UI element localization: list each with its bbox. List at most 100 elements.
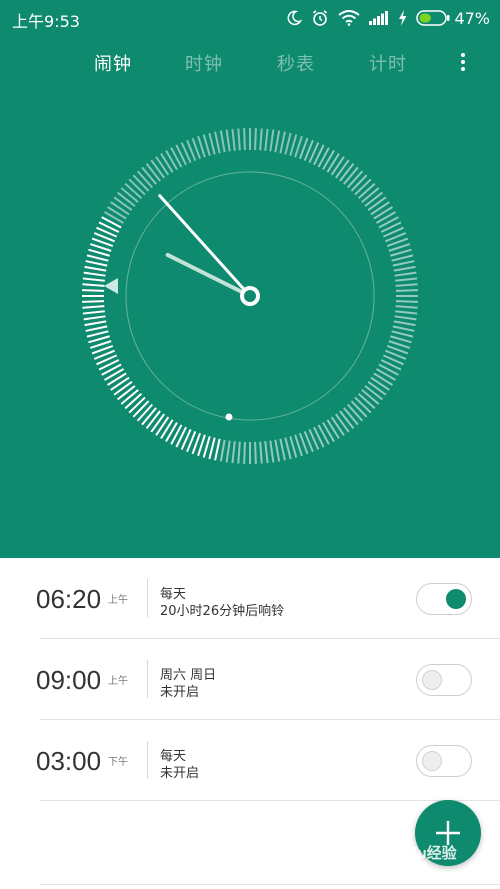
clock-tick — [373, 372, 394, 386]
clock-tick — [113, 196, 133, 211]
clock-tick — [116, 191, 136, 207]
clock-tick — [124, 182, 143, 200]
signal-icon — [369, 11, 389, 25]
clock-tick — [395, 283, 418, 287]
alarm-status: 20小时26分钟后响铃 — [160, 604, 285, 619]
analog-clock — [82, 128, 418, 464]
clock-tick — [128, 396, 146, 414]
clock-tick — [202, 134, 211, 156]
clock-tick — [132, 174, 150, 192]
alarm-status: 未开启 — [160, 766, 200, 781]
clock-tick — [343, 407, 359, 426]
tab-clock[interactable]: 时钟 — [185, 50, 223, 76]
clock-tick — [165, 150, 178, 171]
clock-tick — [395, 277, 418, 282]
clock-tick — [335, 159, 350, 179]
clock-tick — [113, 381, 133, 396]
toggle-knob — [422, 670, 442, 690]
clock-tick — [214, 438, 221, 461]
clock-tick — [394, 315, 417, 321]
clock-tick — [82, 289, 105, 292]
alarm-toggle[interactable] — [416, 745, 472, 777]
clock-tick — [390, 335, 412, 344]
clock-tick — [160, 152, 174, 173]
more-menu-icon[interactable] — [456, 50, 470, 78]
clock-tick — [110, 376, 130, 391]
clock-tick — [339, 162, 355, 182]
clock-tick — [364, 385, 384, 401]
clock-tick — [284, 132, 292, 155]
clock-tick — [391, 254, 414, 262]
tab-alarm[interactable]: 闹钟 — [94, 50, 132, 76]
clock-tick — [264, 128, 269, 151]
clock-tick — [88, 248, 110, 257]
clock-tick — [259, 441, 263, 464]
wifi-icon — [338, 10, 361, 26]
clock-tick — [375, 211, 396, 224]
clock-tick — [274, 439, 281, 462]
clock-tick — [346, 403, 364, 422]
alarm-time: 03:00 — [36, 746, 102, 776]
clock-tick — [350, 400, 368, 418]
alarm-row[interactable]: 06:20 上午 每天 20小时26分钟后响铃 — [36, 558, 500, 639]
alarm-ampm: 下午 — [108, 757, 128, 768]
clock-tick — [395, 305, 418, 309]
clock-tick — [83, 315, 106, 321]
divider — [147, 579, 148, 617]
clock-tick — [357, 182, 376, 200]
clock-tick — [86, 330, 109, 338]
clock-tick — [160, 419, 174, 440]
clock-tick — [231, 128, 236, 151]
alarm-ampm: 上午 — [108, 676, 128, 687]
clock-tick — [82, 310, 105, 315]
clock-tick — [219, 439, 226, 462]
alarm-toggle[interactable] — [416, 583, 472, 615]
clock-tick — [208, 132, 216, 155]
clock-tick — [83, 271, 106, 277]
clock-tick — [354, 396, 372, 414]
hour-hand — [165, 252, 252, 298]
alarm-toggle[interactable] — [416, 664, 472, 696]
clock-tick — [326, 419, 340, 440]
clock-tick — [202, 436, 211, 458]
clock-tick — [128, 178, 146, 196]
clock-tick — [104, 211, 125, 224]
battery-indicator: 47% — [416, 9, 490, 28]
alarm-row[interactable]: 09:00 上午 周六 周日 未开启 — [36, 639, 500, 720]
moon-icon — [286, 10, 303, 26]
clock-tick — [237, 441, 241, 464]
alarm-list: 06:20 上午 每天 20小时26分钟后响铃 09:00 上午 周六 周日 未… — [0, 558, 500, 801]
clock-tick — [259, 128, 263, 151]
header-panel: 上午9:53 47% 闹钟 时钟 秒表 计时 — [0, 0, 500, 558]
clock-tick — [395, 300, 418, 303]
clock-tick — [106, 372, 127, 386]
clock-tick — [85, 260, 108, 267]
clock-tick — [330, 416, 345, 436]
clock-center-pin — [240, 286, 260, 306]
status-time: 上午9:53 — [12, 12, 80, 31]
clock-tick — [393, 265, 416, 272]
divider — [147, 741, 148, 779]
triangle-left-icon — [104, 278, 118, 294]
clock-tick — [165, 421, 178, 442]
alarm-status: 未开启 — [160, 685, 200, 700]
clock-tick — [289, 436, 298, 458]
clock-tick — [322, 421, 335, 442]
tab-timer[interactable]: 计时 — [369, 50, 407, 76]
clock-tick — [269, 129, 275, 152]
clock-tick — [116, 385, 136, 401]
clock-tick — [243, 441, 246, 464]
clock-tick — [150, 413, 165, 433]
battery-icon — [416, 10, 450, 26]
clock-tick — [82, 277, 105, 282]
clock-tick — [120, 389, 139, 405]
alarm-icon — [311, 9, 329, 27]
clock-tick — [136, 170, 154, 189]
alarm-row[interactable]: 03:00 下午 每天 未开启 — [36, 720, 500, 801]
clock-tick — [136, 403, 154, 422]
clock-tick — [279, 438, 286, 461]
tab-stopwatch[interactable]: 秒表 — [277, 50, 315, 76]
clock-tick — [322, 150, 335, 171]
clock-tick — [85, 325, 108, 332]
clock-tick — [339, 410, 355, 430]
